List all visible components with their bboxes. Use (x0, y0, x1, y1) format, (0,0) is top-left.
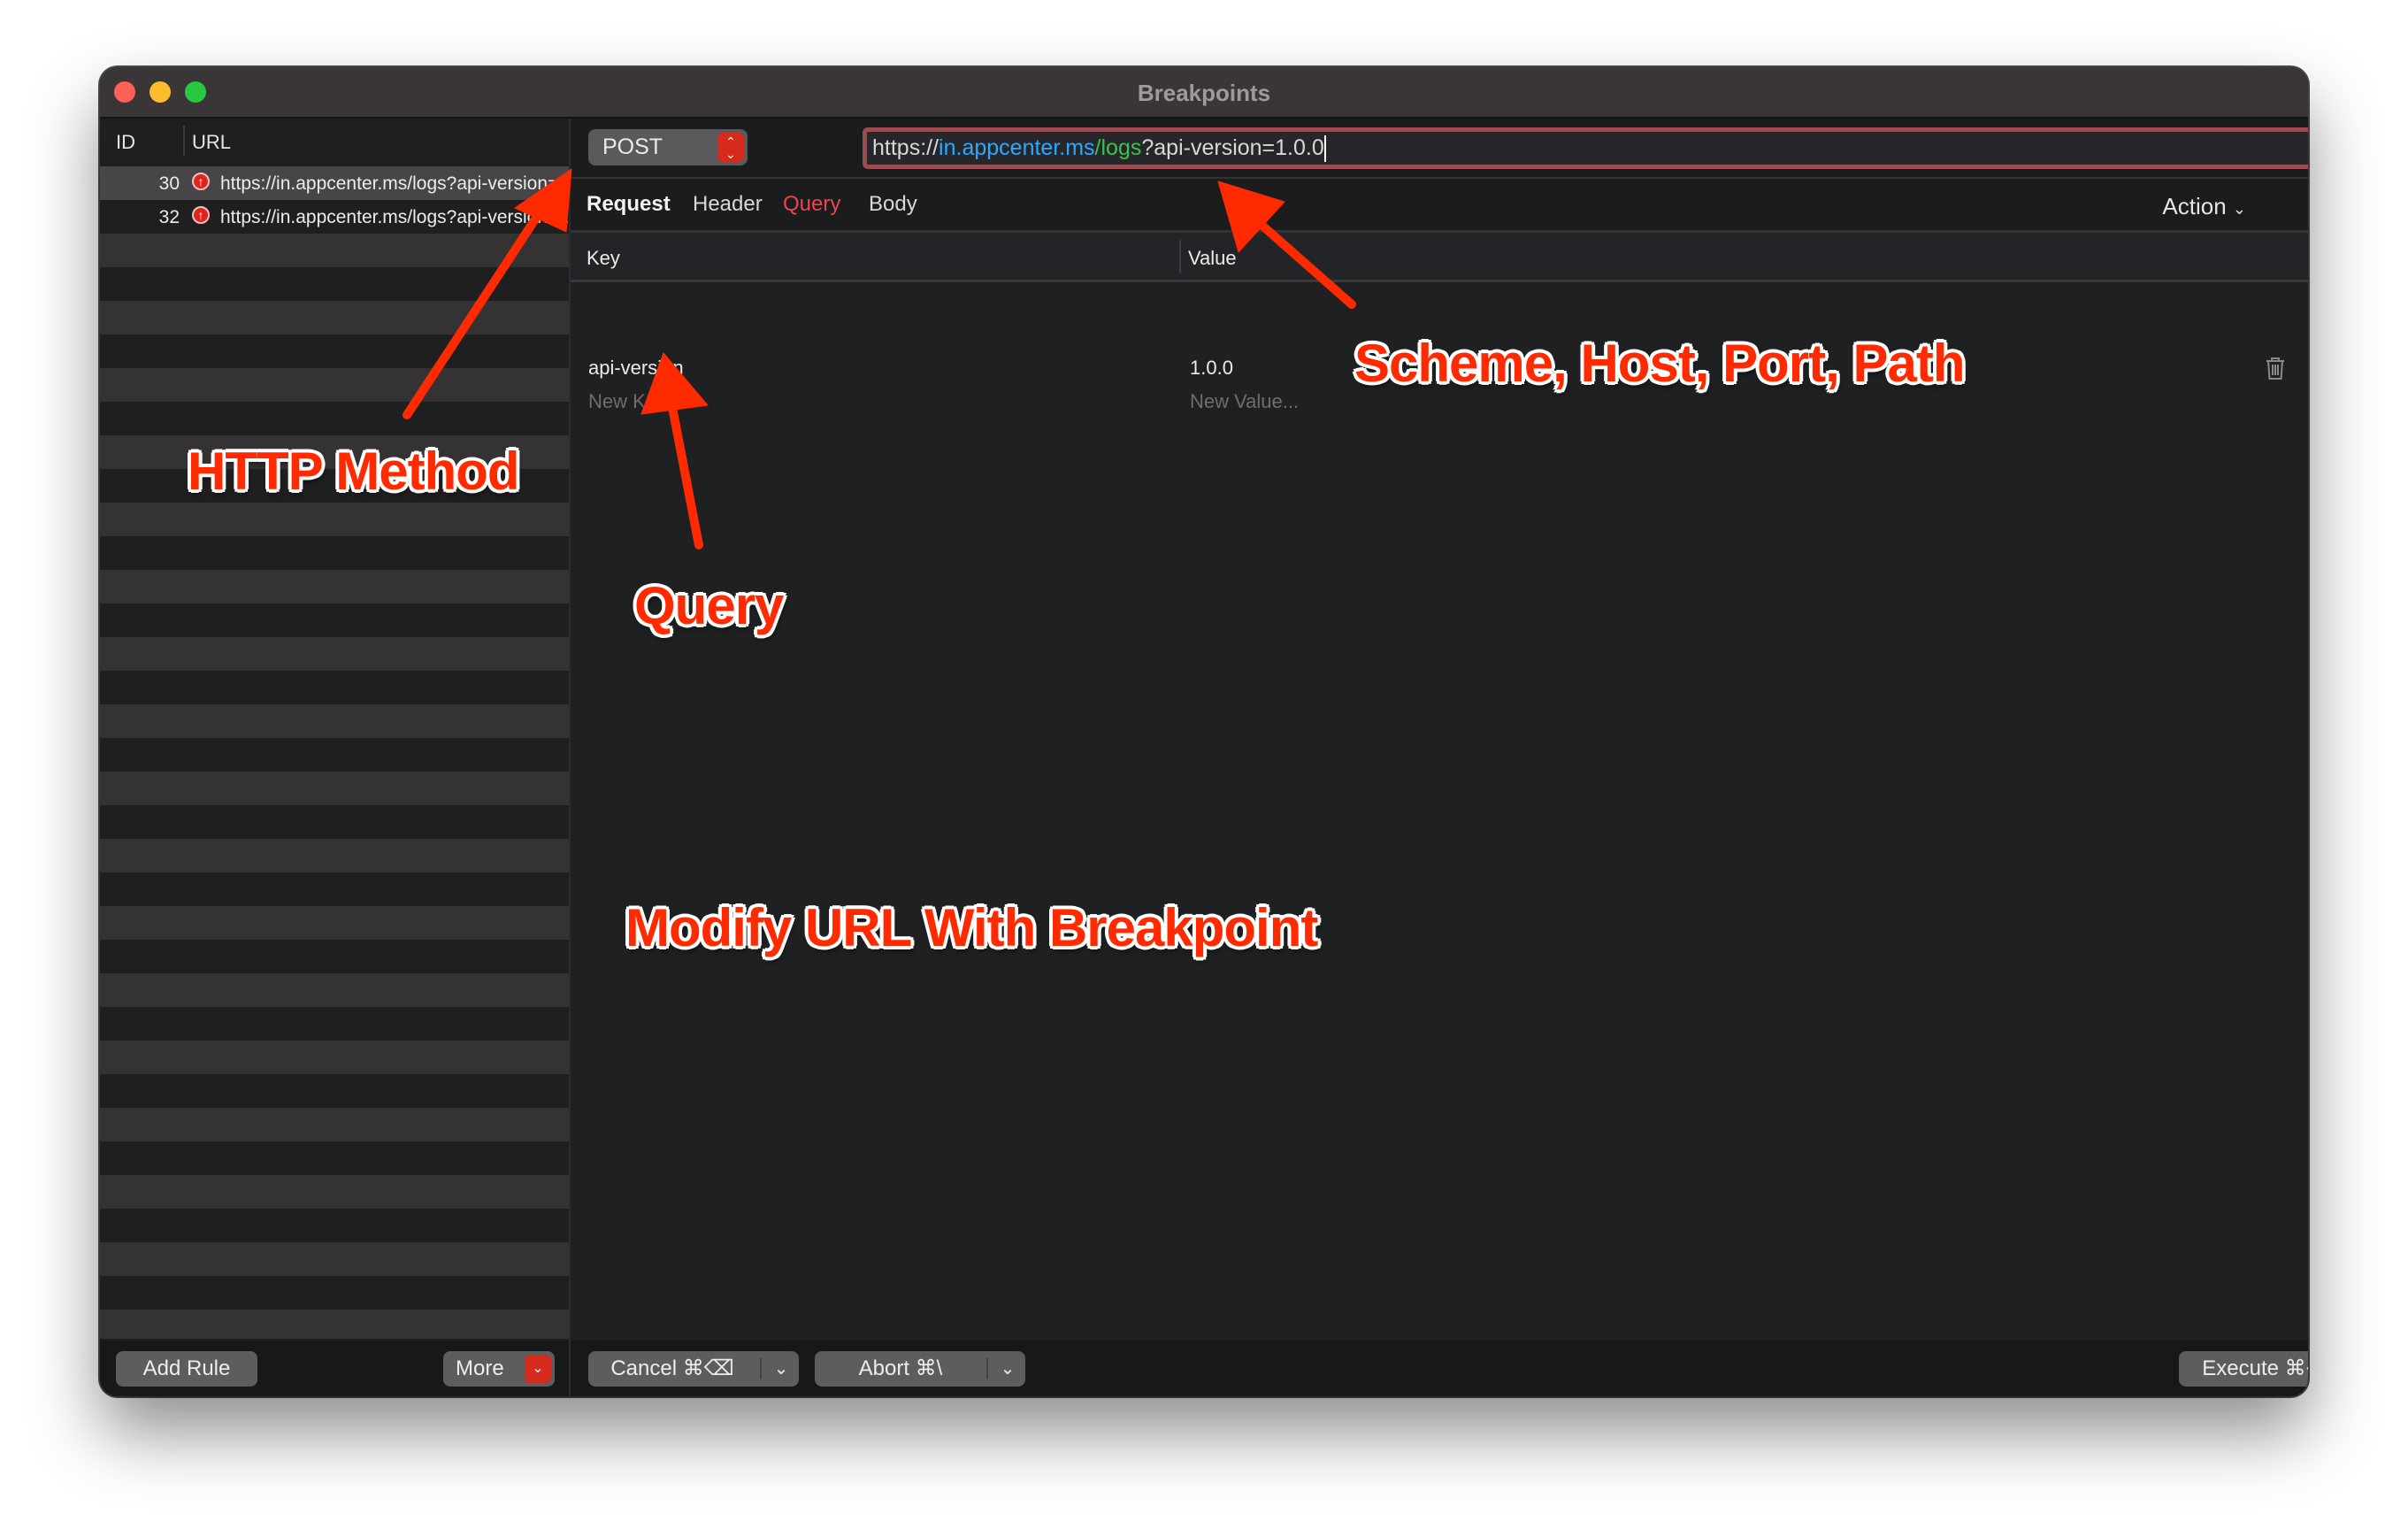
annotation-query: Query (634, 576, 784, 635)
breakpoint-rules-sidebar: ID URL 30 ↑ https://in.appcenter.ms/logs… (100, 119, 571, 1396)
cancel-options-chevron-icon[interactable]: ⌄ (763, 1351, 799, 1387)
tab-header[interactable]: Header (693, 192, 763, 217)
split-divider (760, 1358, 762, 1379)
rule-row[interactable]: 32 ↑ https://in.appcenter.ms/logs?api-ve… (100, 200, 569, 234)
url-host: in.appcenter.ms (939, 135, 1095, 160)
title-bar: Breakpoints (100, 67, 2308, 119)
up-down-chevron-icon: ⌃ ⌄ (717, 133, 744, 162)
chevron-down-icon: ⌄ (525, 1355, 551, 1383)
chevron-down-icon: ⌄ (2232, 200, 2246, 218)
trash-icon[interactable] (2264, 356, 2287, 380)
url-path: logs (1100, 135, 1142, 160)
abort-split-button: Abort ⌘\ ⌄ (815, 1351, 1025, 1387)
annotation-http-method: HTTP Method (188, 442, 520, 501)
breakpoints-window: Breakpoints ID URL 30 ↑ https://in.appce… (100, 67, 2308, 1396)
sidebar-footer: Add Rule More ⌄ (100, 1341, 569, 1396)
action-label: Action (2162, 193, 2227, 219)
column-header-url[interactable]: URL (192, 131, 231, 154)
annotation-caption: Modify URL With Breakpoint (625, 898, 1318, 957)
request-toolbar: POST ⌃ ⌄ https://in.appcenter.ms/logs?api… (571, 119, 2308, 179)
breakpoint-up-icon: ↑ (192, 173, 210, 190)
more-button[interactable]: More ⌄ (443, 1351, 555, 1387)
execute-button[interactable]: Execute ⌘↩ (2179, 1351, 2308, 1387)
url-input[interactable]: https://in.appcenter.ms/logs?api-version… (863, 127, 2308, 169)
rule-row[interactable]: 30 ↑ https://in.appcenter.ms/logs?api-ve… (100, 166, 569, 200)
more-label: More (456, 1356, 504, 1380)
tab-request[interactable]: Request (587, 192, 671, 217)
url-query: ?api-version=1.0.0 (1141, 135, 1324, 160)
column-header-id[interactable]: ID (116, 131, 135, 154)
url-path-separator: / (1094, 135, 1101, 160)
new-value-input[interactable]: New Value... (1190, 390, 1299, 413)
param-key[interactable]: api-version (588, 357, 684, 380)
execute-split-button: Execute ⌘↩ ⌄ (2179, 1351, 2308, 1387)
rule-url: https://in.appcenter.ms/logs?api-version… (220, 173, 569, 194)
annotation-url-parts: Scheme, Host, Port, Path (1354, 334, 1965, 393)
rules-table-header: ID URL (100, 119, 569, 165)
column-header-value: Value (1188, 247, 1237, 269)
split-divider (986, 1358, 988, 1379)
abort-button[interactable]: Abort ⌘\ (815, 1351, 986, 1387)
cancel-split-button: Cancel ⌘⌫ ⌄ (588, 1351, 799, 1387)
action-bar: Cancel ⌘⌫ ⌄ Abort ⌘\ ⌄ Execute ⌘↩ ⌄ (571, 1341, 2308, 1396)
request-tabs: Request Header Query Body Action ⌄ (571, 179, 2308, 233)
rule-url: https://in.appcenter.ms/logs?api-version… (220, 207, 569, 227)
action-menu[interactable]: Action ⌄ (2162, 193, 2246, 220)
param-value[interactable]: 1.0.0 (1190, 357, 1233, 380)
cancel-button[interactable]: Cancel ⌘⌫ (588, 1351, 756, 1387)
add-rule-button[interactable]: Add Rule (116, 1351, 257, 1387)
column-header-key: Key (587, 247, 620, 269)
column-divider (1179, 240, 1181, 273)
rule-id: 32 (158, 207, 180, 227)
tab-body[interactable]: Body (869, 192, 917, 217)
tab-query[interactable]: Query (783, 192, 840, 217)
window-title: Breakpoints (1137, 80, 1271, 106)
request-editor: POST ⌃ ⌄ https://in.appcenter.ms/logs?api… (571, 119, 2308, 1396)
text-caret (1323, 135, 1326, 163)
breakpoint-up-icon: ↑ (192, 206, 210, 224)
url-scheme: https:// (872, 135, 939, 160)
query-table-header: Key Value (571, 233, 2308, 282)
http-method-select[interactable]: POST ⌃ ⌄ (588, 129, 748, 165)
new-key-input[interactable]: New Key... (588, 390, 681, 413)
rules-list: 30 ↑ https://in.appcenter.ms/logs?api-ve… (100, 166, 569, 1339)
http-method-value: POST (602, 134, 663, 159)
rule-id: 30 (158, 173, 180, 194)
abort-options-chevron-icon[interactable]: ⌄ (990, 1351, 1025, 1387)
column-divider (183, 126, 185, 156)
